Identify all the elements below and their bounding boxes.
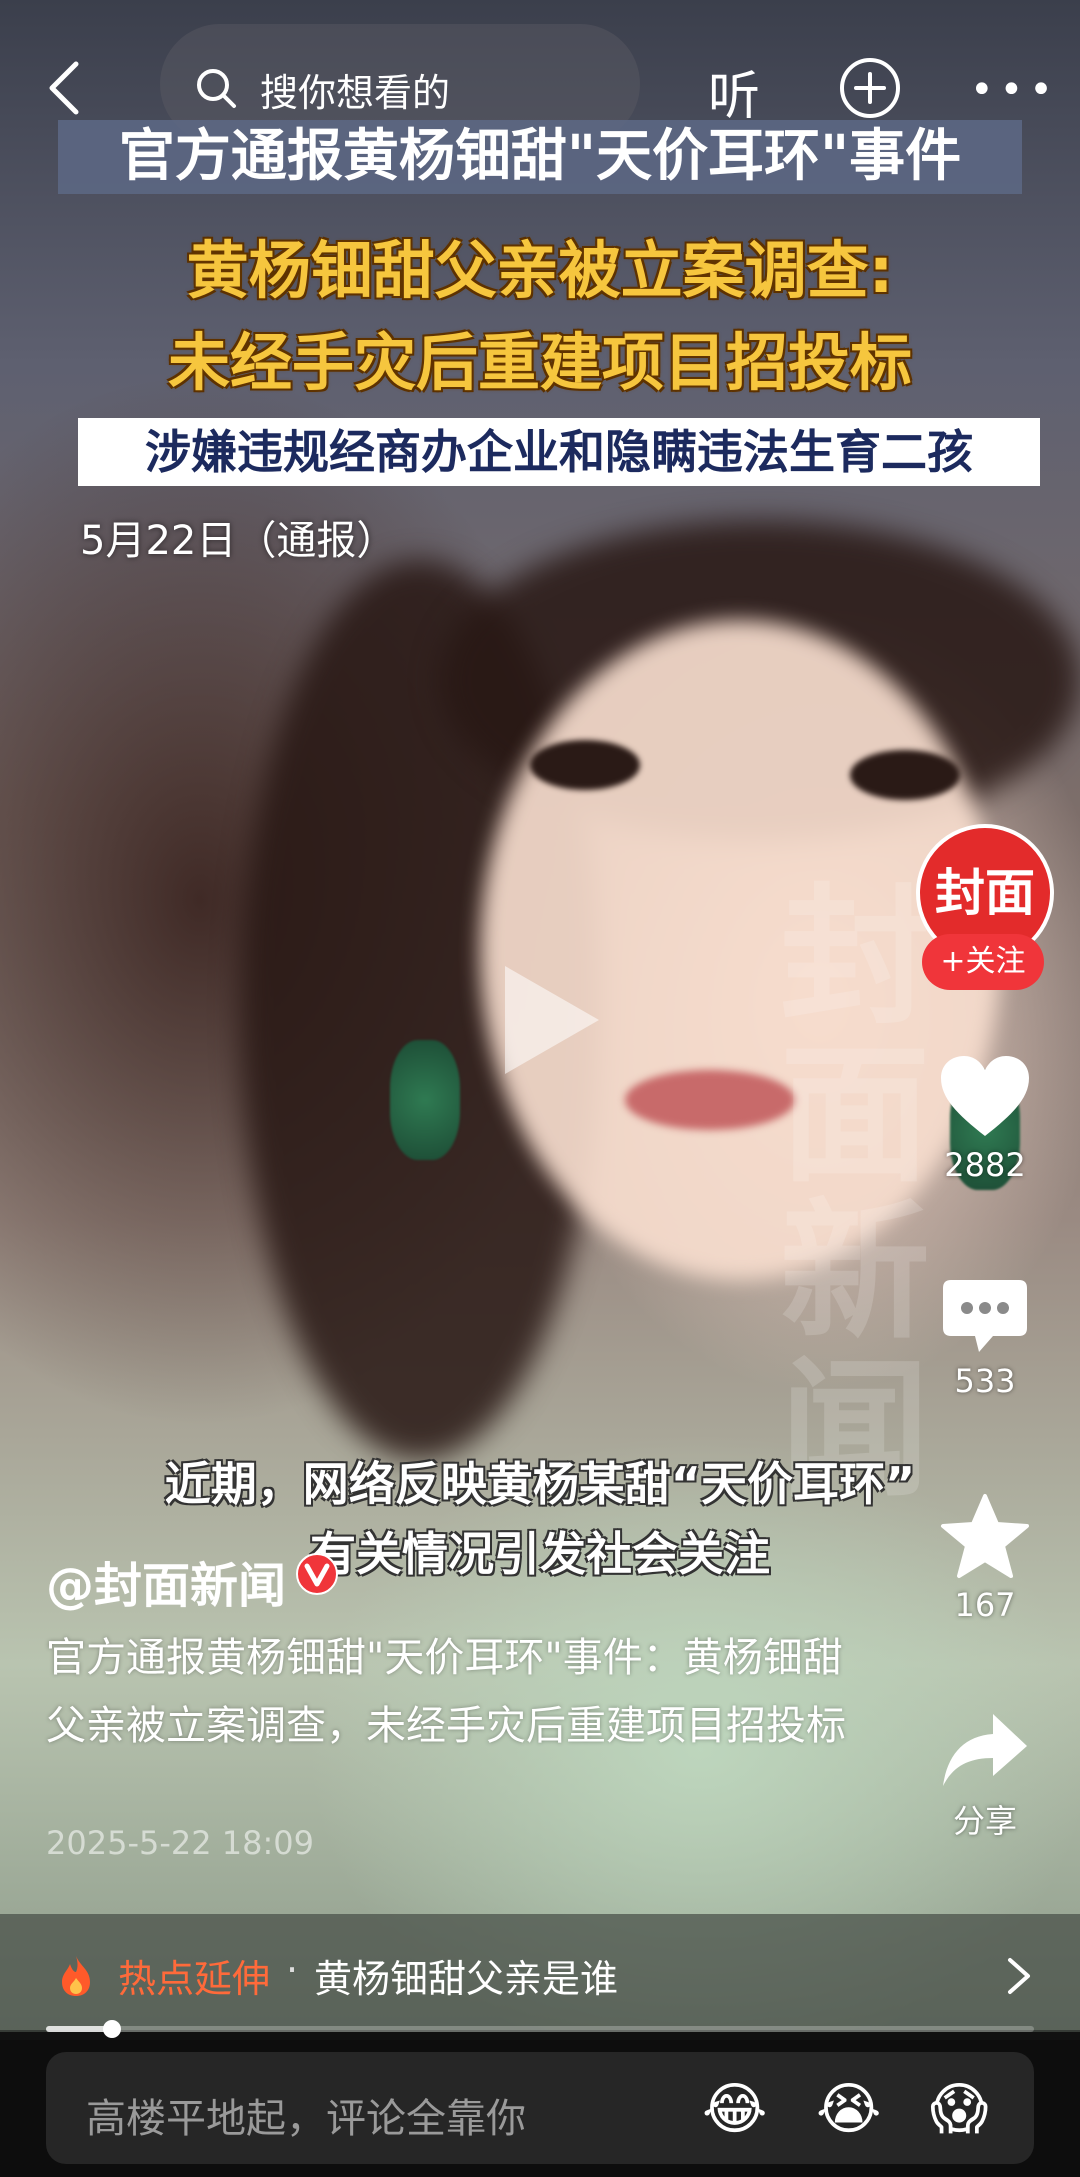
comment-count: 533 (954, 1362, 1016, 1400)
video-caption-line1: 近期，网络反映黄杨某甜“天价耳环” (164, 1457, 916, 1511)
bottom-comment-area: 高楼平地起，评论全靠你 😂 😭 😱 (0, 2040, 1080, 2177)
hot-topic-label: 热点延伸 (118, 1957, 271, 2001)
video-progress-thumb[interactable] (103, 2020, 122, 2038)
hot-topic-separator: · (286, 1948, 299, 1992)
emoji-crying-icon[interactable]: 😭 (816, 2078, 881, 2142)
share-label: 分享 (952, 1802, 1017, 1840)
comment-placeholder: 高楼平地起，评论全靠你 (86, 2096, 526, 2142)
verified-badge-icon (296, 1553, 338, 1595)
more-icon[interactable]: ••• (970, 70, 1059, 110)
author-name[interactable]: @封面新闻 (46, 1546, 286, 1616)
fire-icon (62, 1956, 90, 1996)
star-icon (941, 1494, 1029, 1578)
hot-topic-text: 黄杨钿甜父亲是谁 (314, 1957, 619, 2001)
post-timestamp: 2025-5-22 18:09 (46, 1824, 314, 1862)
video-date-note: 5月22日（通报） (80, 518, 397, 564)
share-button[interactable]: 分享 (920, 1710, 1050, 1842)
video-headline-line2: 未经手灾后重建项目招投标 (167, 326, 912, 399)
comment-button[interactable]: 533 (920, 1276, 1050, 1400)
post-description[interactable]: 官方通报黄杨钿甜"天价耳环"事件：黄杨钿甜父亲被立案调查，未经手灾后重建项目招投… (46, 1624, 866, 1760)
search-icon (197, 69, 236, 108)
video-title-banner: 官方通报黄杨钿甜"天价耳环"事件 (58, 120, 1022, 194)
hot-topic-bar[interactable]: 热点延伸 · 黄杨钿甜父亲是谁 (0, 1914, 1080, 2032)
chevron-right-icon (1008, 1958, 1030, 1994)
comment-icon (943, 1280, 1027, 1352)
comment-input[interactable]: 高楼平地起，评论全靠你 😂 😭 😱 (46, 2052, 1034, 2164)
video-eye-shape (530, 740, 640, 790)
video-sub-banner: 涉嫌违规经商办企业和隐瞒违法生育二孩 (78, 418, 1040, 486)
video-eye-shape (850, 750, 960, 800)
like-button[interactable]: 2882 (920, 1052, 1050, 1184)
like-count: 2882 (944, 1146, 1026, 1184)
video-progress-bar[interactable] (46, 2020, 1034, 2038)
emoji-scream-icon[interactable]: 😱 (930, 2078, 988, 2142)
play-icon[interactable] (495, 960, 605, 1080)
video-watermark: 封面新闻 (780, 871, 937, 1518)
emoji-laugh-cry-icon[interactable]: 😂 (702, 2078, 767, 2142)
favorite-button[interactable]: 167 (920, 1492, 1050, 1624)
add-circle-icon[interactable] (838, 56, 902, 120)
video-lips-shape (625, 1070, 795, 1130)
video-earring-shape (390, 1040, 460, 1160)
back-arrow-icon[interactable] (44, 58, 84, 118)
share-arrow-icon (943, 1714, 1027, 1786)
listen-button[interactable]: 听 (708, 54, 760, 129)
video-headline-line1: 黄杨钿甜父亲被立案调查: (186, 234, 894, 307)
favorite-count: 167 (954, 1586, 1016, 1624)
search-placeholder: 搜你想看的 (260, 71, 451, 115)
follow-button[interactable]: +关注 (922, 934, 1044, 990)
heart-icon (941, 1056, 1029, 1136)
